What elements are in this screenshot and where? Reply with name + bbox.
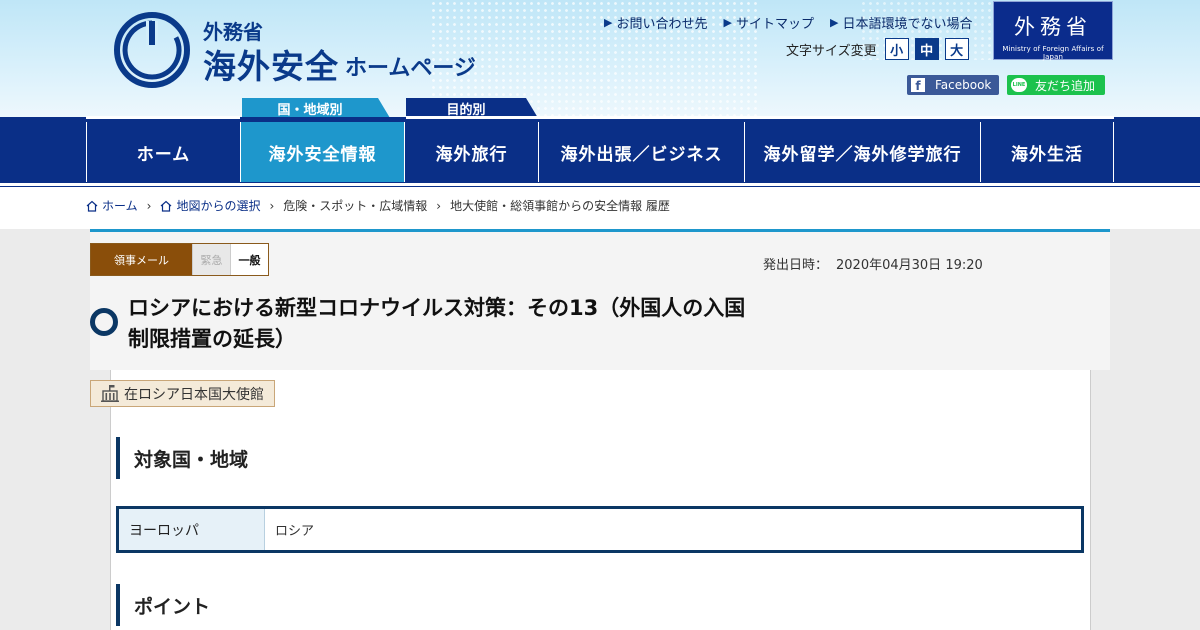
embassy-badge: 在ロシア日本国大使館 <box>90 380 275 407</box>
issued-date: 2020年04月30日 19:20 <box>836 258 983 273</box>
util-link-label: サイトマップ <box>735 17 814 32</box>
breadcrumb-separator: › <box>146 198 152 213</box>
page-title: ロシアにおける新型コロナウイルス対策：その13（外国人の入国 制限措置の延長） <box>128 293 848 355</box>
breadcrumb-current: 地大使館・総領事館からの安全情報 履歴 <box>450 197 670 214</box>
mofa-logo-jp: 外務省 <box>1014 15 1092 39</box>
breadcrumb-separator: › <box>436 198 442 213</box>
nav-divider <box>406 116 1114 119</box>
region-label: ヨーロッパ <box>119 509 265 550</box>
notice-header: 領事メール 緊急 一般 発出日時： 2020年04月30日 19:20 ロシアにお… <box>90 229 1110 370</box>
notice-tags: 領事メール 緊急 一般 <box>90 243 269 276</box>
breadcrumb-home[interactable]: ホーム <box>86 197 138 214</box>
facebook-label: Facebook <box>935 78 992 92</box>
font-size-small-button[interactable]: 小 <box>884 38 909 60</box>
nav-item-living[interactable]: 海外生活 <box>980 122 1114 182</box>
line-icon: LINE <box>1011 78 1027 92</box>
tab-by-purpose: 目的別 <box>406 98 538 118</box>
line-add-friend-button[interactable]: LINE 友だち追加 <box>1007 75 1105 95</box>
home-icon <box>86 200 98 212</box>
chevron-right-icon: ▶ <box>829 16 839 29</box>
nav-item-safety-info[interactable]: 海外安全情報 <box>240 122 404 182</box>
breadcrumb-bar: ホーム › 地図からの選択 › 危険・スポット・広域情報 › 地大使館・総領事館… <box>0 186 1200 229</box>
font-size-label: 文字サイズ変更 <box>786 43 877 59</box>
page-title-line2: 制限措置の延長） <box>128 327 296 351</box>
util-link-label: お問い合わせ先 <box>616 17 708 32</box>
breadcrumb-map[interactable]: 地図からの選択 <box>160 197 260 214</box>
util-link-label: 日本語環境でない場合 <box>842 17 973 32</box>
section-heading-points: ポイント <box>116 584 210 626</box>
breadcrumb-label: 地大使館・総領事館からの安全情報 履歴 <box>450 199 670 213</box>
nav-divider <box>86 116 240 119</box>
tab-by-region: 国・地域別 <box>242 98 390 118</box>
embassy-building-icon <box>101 385 119 402</box>
page-title-line1: ロシアにおける新型コロナウイルス対策：その13（外国人の入国 <box>128 296 746 320</box>
font-size-medium-button[interactable]: 中 <box>914 38 939 60</box>
section-heading-target: 対象国・地域 <box>116 437 248 479</box>
nav-item-travel[interactable]: 海外旅行 <box>404 122 538 182</box>
chevron-right-icon: ▶ <box>604 16 613 29</box>
global-nav: ホーム 海外安全情報 海外旅行 海外出張／ビジネス 海外留学／海外修学旅行 海外… <box>0 117 1200 185</box>
home-icon <box>161 200 172 212</box>
utility-links: ▶ お問い合わせ先 ▶ サイトマップ ▶ 日本語環境でない場合 <box>604 13 972 32</box>
nav-item-business[interactable]: 海外出張／ビジネス <box>538 122 744 182</box>
tag-consular-mail: 領事メール <box>91 244 192 275</box>
nav-item-study[interactable]: 海外留学／海外修学旅行 <box>744 122 980 182</box>
site-logo-icon[interactable] <box>113 11 191 89</box>
breadcrumb-spot-info[interactable]: 危険・スポット・広域情報 <box>283 197 427 214</box>
site-header: 外務省 海外安全 ホームページ ▶ お問い合わせ先 ▶ サイトマップ ▶ 日本語… <box>0 0 1200 118</box>
util-link-non-japanese[interactable]: ▶ 日本語環境でない場合 <box>830 13 972 32</box>
facebook-icon: f <box>911 78 925 92</box>
mofa-logo[interactable]: 外務省 Ministry of Foreign Affairs of Japan <box>993 1 1113 61</box>
chevron-right-icon: ▶ <box>723 16 732 29</box>
region-table: ヨーロッパ ロシア <box>116 506 1084 553</box>
embassy-name: 在ロシア日本国大使館 <box>124 386 264 403</box>
font-size-control: 文字サイズ変更 小 中 大 <box>786 38 969 60</box>
nav-item-home[interactable]: ホーム <box>86 122 240 182</box>
ring-icon <box>90 308 118 336</box>
facebook-button[interactable]: f Facebook <box>907 75 999 95</box>
breadcrumb-separator: › <box>269 198 275 213</box>
issued-datetime: 発出日時： 2020年04月30日 19:20 <box>763 254 983 273</box>
line-label: 友だち追加 <box>1035 78 1096 93</box>
region-country: ロシア <box>275 524 315 539</box>
font-size-large-button[interactable]: 大 <box>944 38 969 60</box>
logo-subtitle[interactable]: ホームページ <box>345 50 476 82</box>
breadcrumb-label: 地図からの選択 <box>176 199 261 213</box>
util-link-sitemap[interactable]: ▶ サイトマップ <box>723 13 813 32</box>
breadcrumb-label: 危険・スポット・広域情報 <box>283 199 428 213</box>
breadcrumb-label: ホーム <box>102 199 138 213</box>
breadcrumb: ホーム › 地図からの選択 › 危険・スポット・広域情報 › 地大使館・総領事館… <box>86 197 670 214</box>
util-link-contact[interactable]: ▶ お問い合わせ先 <box>604 13 707 32</box>
tag-general: 一般 <box>230 244 268 275</box>
tag-urgent: 緊急 <box>192 244 230 275</box>
logo-title[interactable]: 海外安全 <box>203 40 339 88</box>
issued-label: 発出日時： <box>763 258 829 273</box>
content-card <box>110 370 1091 630</box>
mofa-logo-en: Ministry of Foreign Affairs of Japan <box>1002 45 1104 61</box>
